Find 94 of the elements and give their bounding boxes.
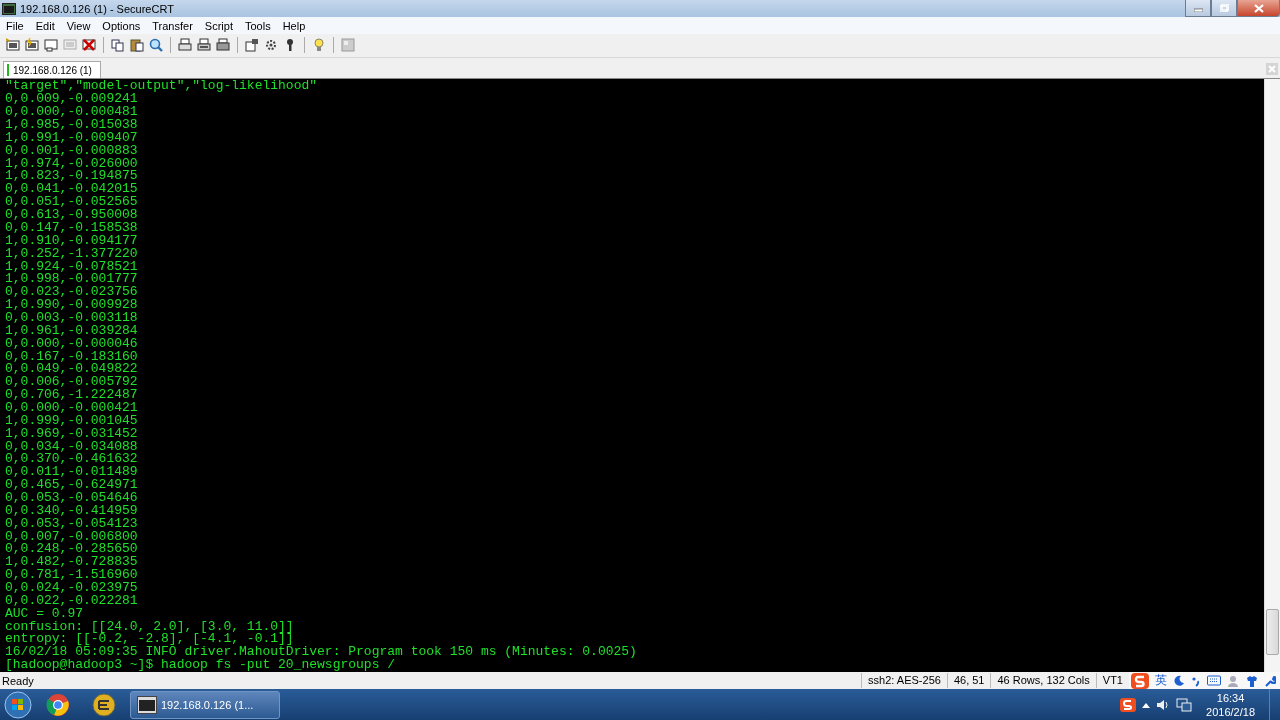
terminal-line: 0,0.051,-0.052565 <box>5 196 138 210</box>
start-button[interactable] <box>4 690 32 719</box>
restore-icon <box>1219 4 1229 12</box>
terminal-line: 1,0.969,-0.031452 <box>5 427 138 441</box>
encryption-status: ssh2: AES-256 <box>861 673 947 688</box>
disconnect-icon[interactable] <box>82 38 96 53</box>
close-icon <box>1268 65 1276 74</box>
taskbar-task[interactable]: 192.168.0.126 (1... <box>130 690 280 719</box>
terminal-line: 16/02/18 05:09:35 INFO driver.MahoutDriver: Program took 150 ms (Minutes: 0.0025) <box>5 646 637 660</box>
terminal-line: "target","model-output","log-likelihood" <box>5 80 318 94</box>
printer-icon[interactable] <box>197 38 211 53</box>
menu-item[interactable]: Help <box>276 19 312 32</box>
terminal-line: 0,0.022,-0.022281 <box>5 594 138 608</box>
menu-item[interactable]: File <box>0 19 30 32</box>
show-hidden-icons-icon[interactable] <box>1142 701 1151 708</box>
volume-icon[interactable] <box>1156 698 1171 711</box>
terminal-line: [hadoop@hadoop3 ~]$ hadoop fs -put 20_newsgroups / <box>5 659 396 672</box>
terminal-line: 0,0.006,-0.005792 <box>5 376 138 390</box>
terminal-line: 1,0.252,-1.377220 <box>5 247 138 261</box>
search-icon[interactable] <box>149 38 163 53</box>
lightbulb-icon[interactable] <box>312 38 326 53</box>
window-title: 192.168.0.126 (1) - SecureCRT <box>20 2 174 15</box>
close-icon <box>1253 3 1264 13</box>
terminal-line: 0,0.049,-0.049822 <box>5 363 138 377</box>
terminal-line: 0,0.009,-0.009241 <box>5 93 138 107</box>
terminal-line: 0,0.011,-0.011489 <box>5 466 138 480</box>
terminal-line: AUC = 0.97 <box>5 607 83 621</box>
clock-time: 16:34 <box>1216 690 1245 705</box>
terminal-line: 1,0.924,-0.078521 <box>5 260 138 274</box>
close-button[interactable] <box>1237 0 1280 17</box>
menu-item[interactable]: Tools <box>238 19 277 32</box>
new-session-icon[interactable] <box>6 38 20 53</box>
menu-item[interactable]: View <box>60 19 97 32</box>
terminal-line: 1,0.910,-0.094177 <box>5 234 138 248</box>
menu-item[interactable]: Transfer <box>146 19 199 32</box>
copy-icon[interactable] <box>111 38 125 53</box>
keyboard-icon[interactable] <box>1207 675 1221 686</box>
terminal-line: 0,0.248,-0.285650 <box>5 543 138 557</box>
terminal-app-icon <box>137 695 157 714</box>
cursor-position: 46, 51 <box>946 673 991 688</box>
terminal-line: 0,0.465,-0.624971 <box>5 479 138 492</box>
browser-icon[interactable] <box>46 692 70 717</box>
window-icon[interactable] <box>44 38 58 53</box>
scrollbar-thumb[interactable] <box>1266 609 1279 656</box>
terminal-line: 1,0.482,-0.728835 <box>5 556 138 570</box>
terminal-line: confusion: [[24.0, 2.0], [3.0, 11.0]] <box>5 620 294 634</box>
ime-logo-icon[interactable] <box>1120 697 1137 712</box>
terminal-line: 1,0.990,-0.009928 <box>5 299 138 312</box>
network-icon[interactable] <box>1176 697 1193 712</box>
session-tab[interactable]: 192.168.0.126 (1) <box>3 61 101 79</box>
terminal-line: 1,0.961,-0.039284 <box>5 324 138 338</box>
menu-item[interactable]: Options <box>96 19 147 32</box>
shirt-icon[interactable] <box>1246 674 1258 687</box>
terminal-line: 0,0.370,-0.461632 <box>5 453 138 467</box>
terminal-line: 0,0.003,-0.003118 <box>5 311 138 325</box>
terminal-line: 1,0.999,-0.001045 <box>5 414 138 428</box>
terminal-line: 1,0.998,-0.001777 <box>5 273 138 287</box>
terminal-line: 1,0.991,-0.009407 <box>5 131 138 145</box>
terminal-line: 0,0.000,-0.000046 <box>5 337 138 351</box>
maximize-button[interactable] <box>1211 0 1237 17</box>
scrollbar[interactable] <box>1264 79 1280 672</box>
printer-icon[interactable] <box>216 38 230 53</box>
moon-icon[interactable] <box>1173 674 1185 687</box>
printer-icon[interactable] <box>178 38 192 53</box>
terminal-line: 0,0.024,-0.023975 <box>5 582 138 595</box>
terminal-line: 0,0.053,-0.054646 <box>5 491 138 505</box>
terminal-line: 1,0.974,-0.026000 <box>5 157 138 171</box>
terminal-line: 0,0.706,-1.222487 <box>5 389 138 402</box>
terminal-line: 0,0.001,-0.000883 <box>5 144 138 158</box>
terminal-size: 46 Rows, 132 Cols <box>990 673 1096 688</box>
lettered-circle-icon[interactable] <box>92 692 116 717</box>
quick-connect-icon[interactable] <box>25 38 39 53</box>
terminal-line: 0,0.340,-0.414959 <box>5 504 138 518</box>
minimize-button[interactable] <box>1185 0 1211 17</box>
terminal-line: 1,0.985,-0.015038 <box>5 119 138 132</box>
terminal-line: 0,0.781,-1.516960 <box>5 569 138 582</box>
status-message: Ready <box>1 674 35 687</box>
menu-item[interactable]: Edit <box>29 19 61 32</box>
terminal-line: 0,0.041,-0.042015 <box>5 183 138 197</box>
clock-date: 2016/2/18 <box>1206 704 1255 719</box>
terminal-line: 1,0.823,-0.194875 <box>5 170 138 184</box>
terminal-line: 0,0.167,-0.183160 <box>5 350 138 364</box>
terminal-line: 0,0.147,-0.158538 <box>5 221 138 235</box>
terminal-line: 0,0.000,-0.000481 <box>5 106 138 120</box>
terminal-line: 0,0.023,-0.023756 <box>5 286 138 300</box>
terminal-line: 0,0.613,-0.950008 <box>5 209 138 222</box>
terminal-line: 0,0.034,-0.034088 <box>5 440 138 454</box>
app-icon <box>2 2 16 15</box>
language-toggle[interactable]: 英 <box>1155 672 1167 689</box>
terminal-line: 0,0.053,-0.054123 <box>5 517 138 531</box>
terminal-line: 0,0.000,-0.000421 <box>5 401 138 415</box>
paste-icon[interactable] <box>130 38 144 53</box>
menu-item[interactable]: Script <box>198 19 239 32</box>
terminal-line: 0,0.007,-0.006800 <box>5 530 138 544</box>
